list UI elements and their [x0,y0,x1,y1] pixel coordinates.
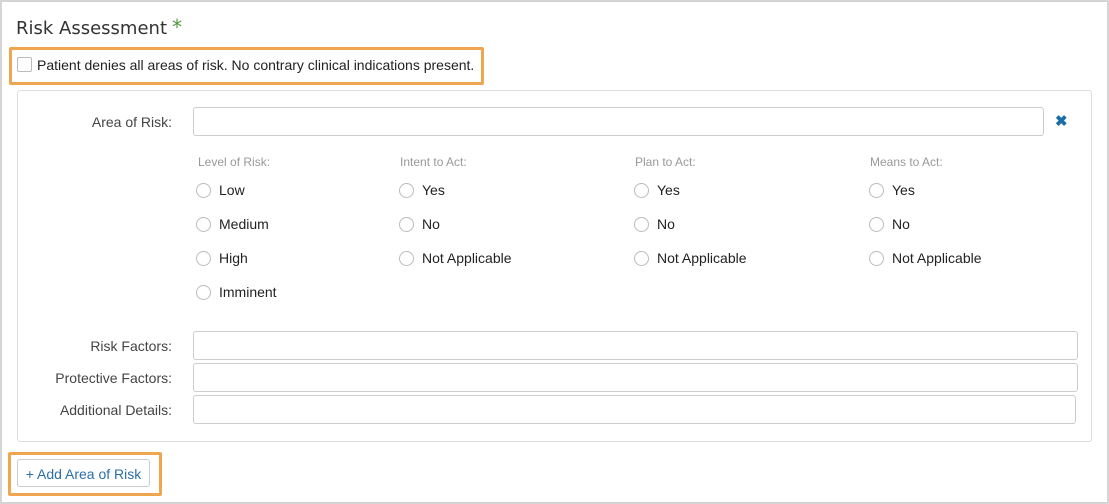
option-label: No [657,216,675,232]
protective-factors-label: Protective Factors: [55,370,172,386]
risk-factors-input[interactable] [193,331,1078,360]
option-label: Imminent [219,284,277,300]
radio-button[interactable] [196,183,211,198]
option-label: No [892,216,910,232]
option-label: Low [219,182,245,198]
option-label: No [422,216,440,232]
additional-details-input[interactable] [193,395,1076,424]
option-label: High [219,250,248,266]
option-label: Yes [422,182,445,198]
option-label: Not Applicable [892,250,982,266]
radio-button[interactable] [399,217,414,232]
radio-button[interactable] [869,251,884,266]
option-label: Medium [219,216,269,232]
plan-to-act-header: Plan to Act: [635,155,696,169]
option-label: Yes [892,182,915,198]
radio-button[interactable] [196,285,211,300]
protective-factors-input[interactable] [193,363,1078,392]
level-of-risk-header: Level of Risk: [198,155,271,169]
risk-factors-label: Risk Factors: [90,338,172,354]
denial-checkbox[interactable] [17,57,32,72]
area-of-risk-label: Area of Risk: [91,114,172,130]
section-title-text: Risk Assessment [16,18,168,39]
radio-button[interactable] [634,251,649,266]
radio-button[interactable] [196,251,211,266]
remove-area-icon[interactable]: ✖ [1055,112,1068,130]
section-title: Risk Assessment * [16,15,182,39]
radio-button[interactable] [634,183,649,198]
option-label: Not Applicable [422,250,512,266]
denial-checkbox-label[interactable]: Patient denies all areas of risk. No con… [37,57,474,73]
radio-button[interactable] [869,217,884,232]
required-indicator: * [172,15,183,39]
means-to-act-header: Means to Act: [870,155,943,169]
radio-button[interactable] [196,217,211,232]
additional-details-label: Additional Details: [59,402,172,418]
radio-button[interactable] [399,251,414,266]
radio-button[interactable] [399,183,414,198]
add-area-of-risk-button[interactable]: + Add Area of Risk [17,459,150,487]
option-label: Not Applicable [657,250,747,266]
option-label: Yes [657,182,680,198]
intent-to-act-header: Intent to Act: [400,155,467,169]
radio-button[interactable] [634,217,649,232]
radio-button[interactable] [869,183,884,198]
area-of-risk-input[interactable] [193,107,1044,136]
